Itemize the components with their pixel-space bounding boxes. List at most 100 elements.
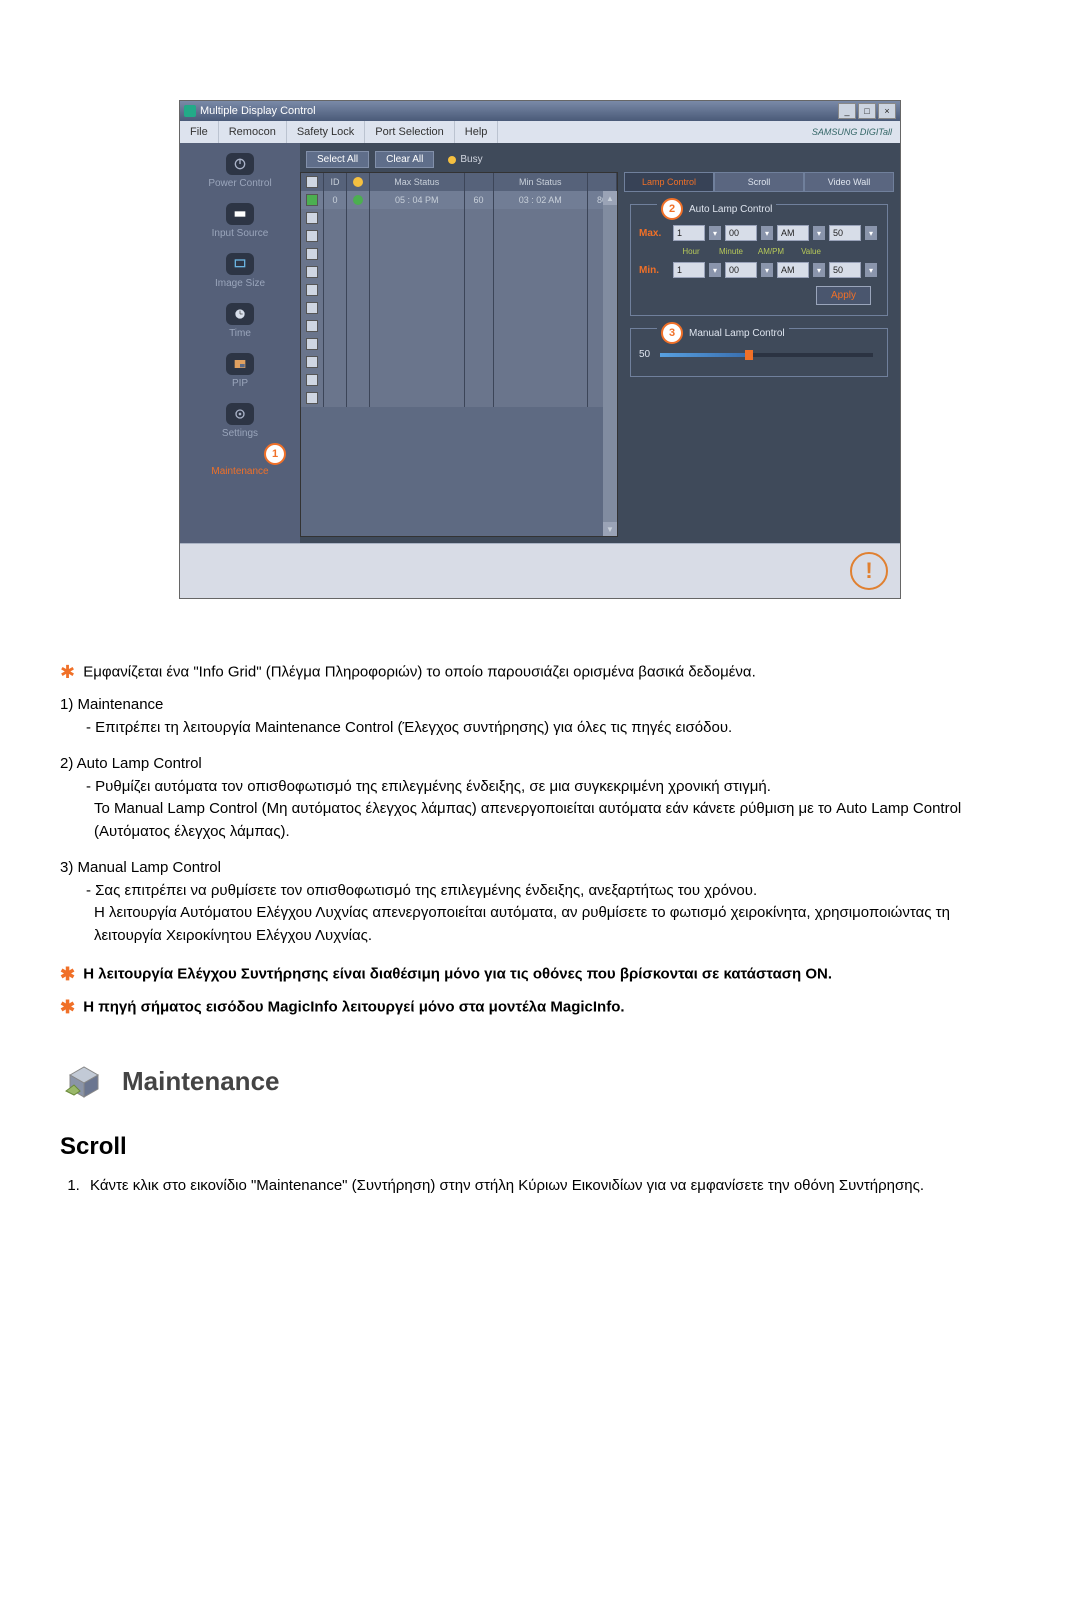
star-icon: ✱: [60, 662, 75, 682]
tab-lamp-control[interactable]: Lamp Control: [624, 172, 714, 192]
item-1-body: - Επιτρέπει τη λειτουργία Maintenance Co…: [60, 717, 1020, 740]
table-row[interactable]: [301, 245, 617, 263]
col-min-value: [588, 173, 617, 191]
sidebar-item-label: Maintenance: [211, 466, 268, 477]
chevron-down-icon[interactable]: ▾: [709, 263, 721, 277]
sidebar-item-pip[interactable]: PIP: [190, 349, 290, 393]
chevron-down-icon[interactable]: ▾: [709, 226, 721, 240]
sidebar-item-settings[interactable]: Settings: [190, 399, 290, 443]
min-row: Min. 1▾ 00▾ AM▾ 50▾: [639, 262, 879, 278]
manual-lamp-control-box: 3 Manual Lamp Control 50: [630, 328, 888, 377]
star-icon: ✱: [60, 997, 75, 1017]
sidebar-item-time[interactable]: Time: [190, 299, 290, 343]
minimize-button[interactable]: _: [838, 103, 856, 119]
sidebar-item-label: Image Size: [215, 278, 265, 289]
auto-lamp-control-box: 2 Auto Lamp Control Max. 1▾ 00▾ AM▾ 50▾: [630, 204, 888, 316]
window-title: Multiple Display Control: [200, 105, 838, 117]
gear-icon: [226, 403, 254, 425]
info-grid: ID Max Status Min Status 0: [300, 172, 618, 537]
scroll-up-icon[interactable]: ▲: [603, 191, 617, 205]
busy-dot-icon: [448, 156, 456, 164]
min-hour-select[interactable]: 1: [673, 262, 705, 278]
table-row[interactable]: [301, 227, 617, 245]
col-id[interactable]: ID: [324, 173, 347, 191]
window-controls: _ □ ×: [838, 103, 896, 119]
sidebar-item-power-control[interactable]: Power Control: [190, 149, 290, 193]
table-row[interactable]: [301, 281, 617, 299]
list-item: 3) Manual Lamp Control - Σας επιτρέπει ν…: [60, 857, 1020, 947]
chevron-down-icon[interactable]: ▾: [865, 226, 877, 240]
lamp-slider[interactable]: [660, 353, 873, 357]
close-button[interactable]: ×: [878, 103, 896, 119]
step-1: Κάντε κλικ στο εικονίδιο "Maintenance" (…: [84, 1175, 1020, 1198]
item-3-head: 3) Manual Lamp Control: [60, 859, 221, 876]
max-minute-select[interactable]: 00: [725, 225, 757, 241]
menu-safety-lock[interactable]: Safety Lock: [287, 121, 365, 143]
table-row[interactable]: [301, 317, 617, 335]
star-icon: ✱: [60, 964, 75, 984]
manual-lamp-legend: Manual Lamp Control: [689, 328, 785, 339]
chevron-down-icon[interactable]: ▾: [761, 226, 773, 240]
max-value-select[interactable]: 50: [829, 225, 861, 241]
status-bar: !: [180, 543, 900, 598]
max-label: Max.: [639, 228, 669, 239]
min-minute-select[interactable]: 00: [725, 262, 757, 278]
app-screenshot: Multiple Display Control _ □ × File Remo…: [60, 100, 1020, 599]
clear-all-button[interactable]: Clear All: [375, 151, 434, 168]
pip-icon: [226, 353, 254, 375]
table-row[interactable]: [301, 299, 617, 317]
item-1-head: 1) Maintenance: [60, 696, 163, 713]
time-icon: [226, 303, 254, 325]
max-hour-select[interactable]: 1: [673, 225, 705, 241]
tab-video-wall[interactable]: Video Wall: [804, 172, 894, 192]
note-magicinfo: ✱ Η πηγή σήματος εισόδου MagicInfo λειτο…: [60, 994, 1020, 1021]
apply-button[interactable]: Apply: [816, 286, 871, 305]
chevron-down-icon[interactable]: ▾: [865, 263, 877, 277]
sidebar-item-maintenance[interactable]: 1 Maintenance: [190, 449, 290, 493]
table-row[interactable]: [301, 371, 617, 389]
sidebar-item-image-size[interactable]: Image Size: [190, 249, 290, 293]
sidebar-item-input-source[interactable]: Input Source: [190, 199, 290, 243]
subsection-title: Scroll: [60, 1129, 1020, 1165]
col-max-status[interactable]: Max Status: [370, 173, 465, 191]
min-ampm-select[interactable]: AM: [777, 262, 809, 278]
titlebar: Multiple Display Control _ □ ×: [180, 101, 900, 121]
menu-remocon[interactable]: Remocon: [219, 121, 287, 143]
maximize-button[interactable]: □: [858, 103, 876, 119]
col-check[interactable]: [301, 173, 324, 191]
chevron-down-icon[interactable]: ▾: [813, 263, 825, 277]
table-row[interactable]: 0 05 : 04 PM 60 03 : 02 AM 80: [301, 191, 617, 209]
scroll-down-icon[interactable]: ▼: [603, 522, 617, 536]
slider-thumb-icon[interactable]: [745, 350, 753, 360]
app-icon: [184, 105, 196, 117]
menubar: File Remocon Safety Lock Port Selection …: [180, 121, 900, 143]
table-row[interactable]: [301, 389, 617, 407]
main-panel: Select All Clear All Busy ID: [300, 143, 900, 543]
select-all-button[interactable]: Select All: [306, 151, 369, 168]
menu-help[interactable]: Help: [455, 121, 499, 143]
auto-lamp-legend: Auto Lamp Control: [689, 204, 772, 215]
menu-file[interactable]: File: [180, 121, 219, 143]
item-3-body-1: - Σας επιτρέπει να ρυθμίσετε τον οπισθοφ…: [60, 880, 1020, 903]
busy-label: Busy: [460, 154, 482, 165]
table-row[interactable]: [301, 263, 617, 281]
note-on-only: ✱ Η λειτουργία Ελέγχου Συντήρησης είναι …: [60, 961, 1020, 988]
table-row[interactable]: [301, 209, 617, 227]
maintenance-cube-icon: [60, 1061, 108, 1101]
col-min-status[interactable]: Min Status: [494, 173, 589, 191]
tab-scroll[interactable]: Scroll: [714, 172, 804, 192]
grid-header: ID Max Status Min Status: [301, 173, 617, 191]
menu-port-selection[interactable]: Port Selection: [365, 121, 454, 143]
sidebar-item-label: Time: [229, 328, 251, 339]
table-row[interactable]: [301, 353, 617, 371]
manual-slider-row: 50: [639, 349, 879, 360]
grid-scrollbar[interactable]: ▲ ▼: [603, 191, 617, 536]
col-status[interactable]: [347, 173, 370, 191]
min-value-select[interactable]: 50: [829, 262, 861, 278]
max-ampm-select[interactable]: AM: [777, 225, 809, 241]
chevron-down-icon[interactable]: ▾: [761, 263, 773, 277]
brand-label: SAMSUNG DIGITall: [812, 127, 892, 137]
table-row[interactable]: [301, 335, 617, 353]
field-labels-row: Hour Minute AM/PM Value: [673, 247, 879, 256]
chevron-down-icon[interactable]: ▾: [813, 226, 825, 240]
